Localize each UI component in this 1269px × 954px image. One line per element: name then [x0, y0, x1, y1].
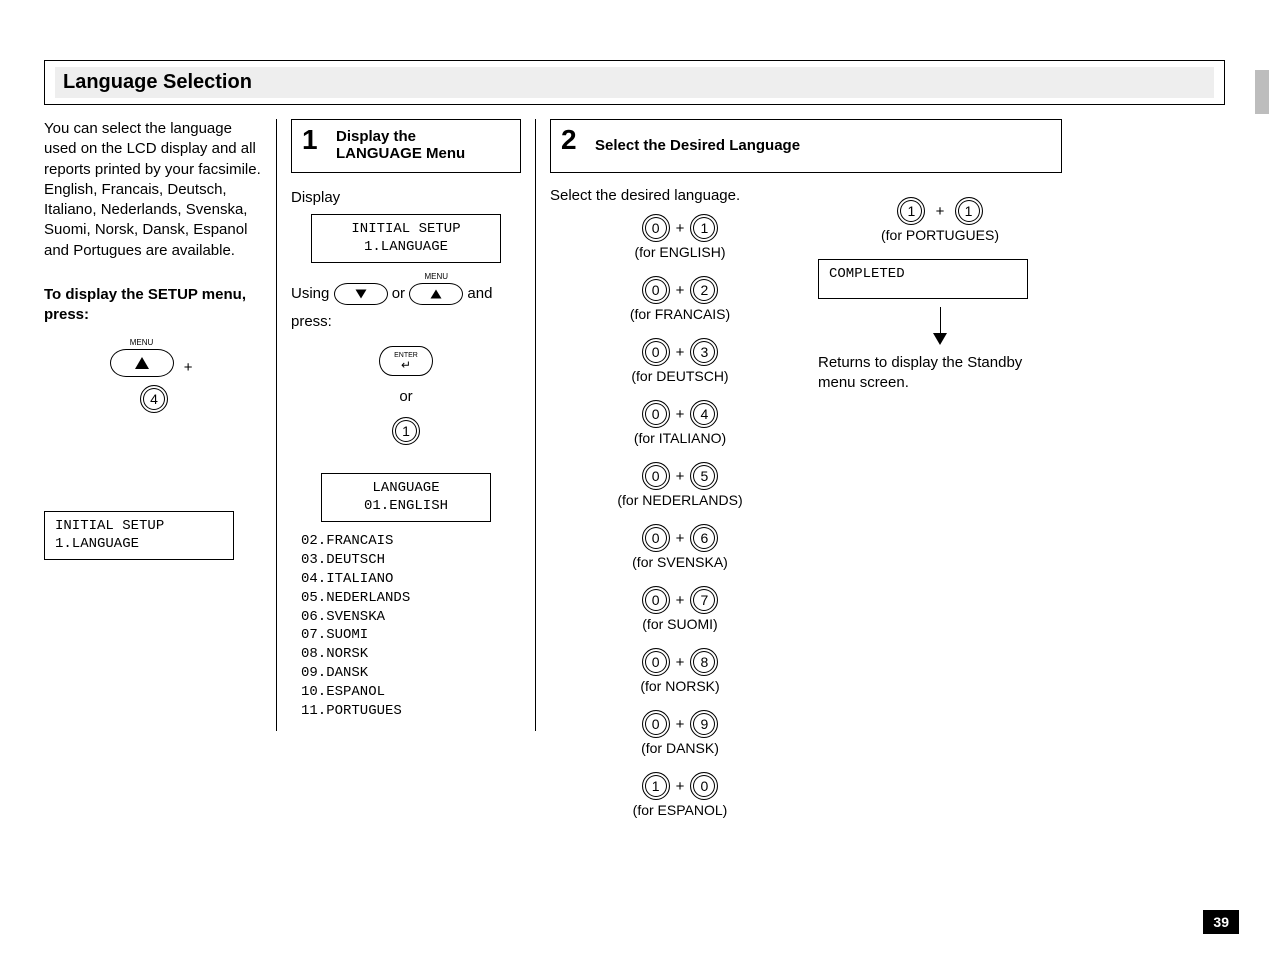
intro-text: You can select the language used on the …	[44, 119, 264, 261]
lcd-language: LANGUAGE 01.ENGLISH	[321, 473, 491, 522]
key-b: 1	[955, 197, 983, 225]
step2-header: 2 Select the Desired Language	[550, 119, 1062, 173]
lang-label: (for NORSK)	[550, 678, 810, 694]
section-title: Language Selection	[55, 67, 1214, 98]
key-b: 2	[690, 276, 718, 304]
lang-option: 0+9(for DANSK)	[550, 710, 810, 756]
lang-label: (for SUOMI)	[550, 616, 810, 632]
key-a: 0	[642, 462, 670, 490]
lang-option: 0+3(for DEUTSCH)	[550, 338, 810, 384]
key-b: 3	[690, 338, 718, 366]
key-a: 0	[642, 648, 670, 676]
language-list: 02.FRANCAIS 03.DEUTSCH 04.ITALIANO 05.NE…	[291, 530, 521, 721]
lang-option: 0+1(for ENGLISH)	[550, 214, 810, 260]
key-b: 8	[690, 648, 718, 676]
lcd-completed: COMPLETED	[818, 259, 1028, 299]
lang-option: 0+8(for NORSK)	[550, 648, 810, 694]
lang-option: 0+6(for SVENSKA)	[550, 524, 810, 570]
lang-option: 0+7(for SUOMI)	[550, 586, 810, 632]
side-tab-marker	[1255, 70, 1269, 114]
key-1: 1	[392, 417, 420, 445]
key-a: 0	[642, 524, 670, 552]
menu-key-group: MENU + 4	[44, 349, 264, 413]
plus-sign: +	[178, 359, 199, 376]
menu-key-icon: MENU	[110, 349, 174, 377]
step1-header: 1 Display the LANGUAGE Menu	[291, 119, 521, 173]
step2-number: 2	[561, 124, 577, 156]
key-a: 1	[897, 197, 925, 225]
step1-title: Display the LANGUAGE Menu	[336, 128, 465, 163]
lcd-initial-setup-1: INITIAL SETUP 1.LANGUAGE	[44, 511, 234, 560]
step1-column: 1 Display the LANGUAGE Menu Display INIT…	[276, 119, 536, 731]
setup-menu-heading: To display the SETUP menu, press:	[44, 285, 264, 326]
display-label: Display	[291, 189, 521, 206]
lang-option-portugues: 1 + 1 (for PORTUGUES)	[818, 197, 1062, 243]
or-label: or	[291, 388, 521, 405]
up-key-icon: MENU	[409, 283, 463, 305]
key-b: 9	[690, 710, 718, 738]
key-b: 0	[690, 772, 718, 800]
key-a: 0	[642, 276, 670, 304]
section-title-bar: Language Selection	[44, 60, 1225, 105]
key-a: 0	[642, 400, 670, 428]
step2-title: Select the Desired Language	[595, 137, 800, 154]
key-b: 6	[690, 524, 718, 552]
lang-option: 0+4(for ITALIANO)	[550, 400, 810, 446]
key-a: 0	[642, 710, 670, 738]
page-number: 39	[1203, 910, 1239, 934]
return-text: Returns to display the Standby menu scre…	[818, 353, 1062, 394]
key-a: 0	[642, 586, 670, 614]
flow-arrow	[818, 307, 1062, 345]
step1-number: 1	[302, 124, 318, 156]
key-b: 1	[690, 214, 718, 242]
enter-key-icon: ENTER ↵	[379, 346, 433, 376]
step2-column: 2 Select the Desired Language Select the…	[536, 119, 1076, 844]
using-row: Using or MENU and	[291, 283, 521, 305]
key-4: 4	[140, 385, 168, 413]
lang-label: (for SVENSKA)	[550, 554, 810, 570]
key-b: 5	[690, 462, 718, 490]
lang-label: (for ITALIANO)	[550, 430, 810, 446]
lang-label: (for NEDERLANDS)	[550, 492, 810, 508]
lang-label: (for ENGLISH)	[550, 244, 810, 260]
lang-label: (for DEUTSCH)	[550, 368, 810, 384]
lcd-initial-setup-2: INITIAL SETUP 1.LANGUAGE	[311, 214, 501, 263]
enter-symbol: ↵	[401, 359, 411, 371]
lang-label: (for DANSK)	[550, 740, 810, 756]
lang-option: 0+2(for FRANCAIS)	[550, 276, 810, 322]
key-b: 4	[690, 400, 718, 428]
key-a: 0	[642, 214, 670, 242]
lang-label: (for ESPANOL)	[550, 802, 810, 818]
key-a: 0	[642, 338, 670, 366]
intro-column: You can select the language used on the …	[44, 119, 276, 560]
lang-option: 0+5(for NEDERLANDS)	[550, 462, 810, 508]
lang-option: 1+0(for ESPANOL)	[550, 772, 810, 818]
lang-label: (for FRANCAIS)	[550, 306, 810, 322]
down-key-icon	[334, 283, 388, 305]
step2-instruction: Select the desired language.	[550, 187, 810, 204]
key-a: 1	[642, 772, 670, 800]
key-b: 7	[690, 586, 718, 614]
press-label: press:	[291, 313, 521, 330]
lang-label: (for PORTUGUES)	[818, 227, 1062, 243]
